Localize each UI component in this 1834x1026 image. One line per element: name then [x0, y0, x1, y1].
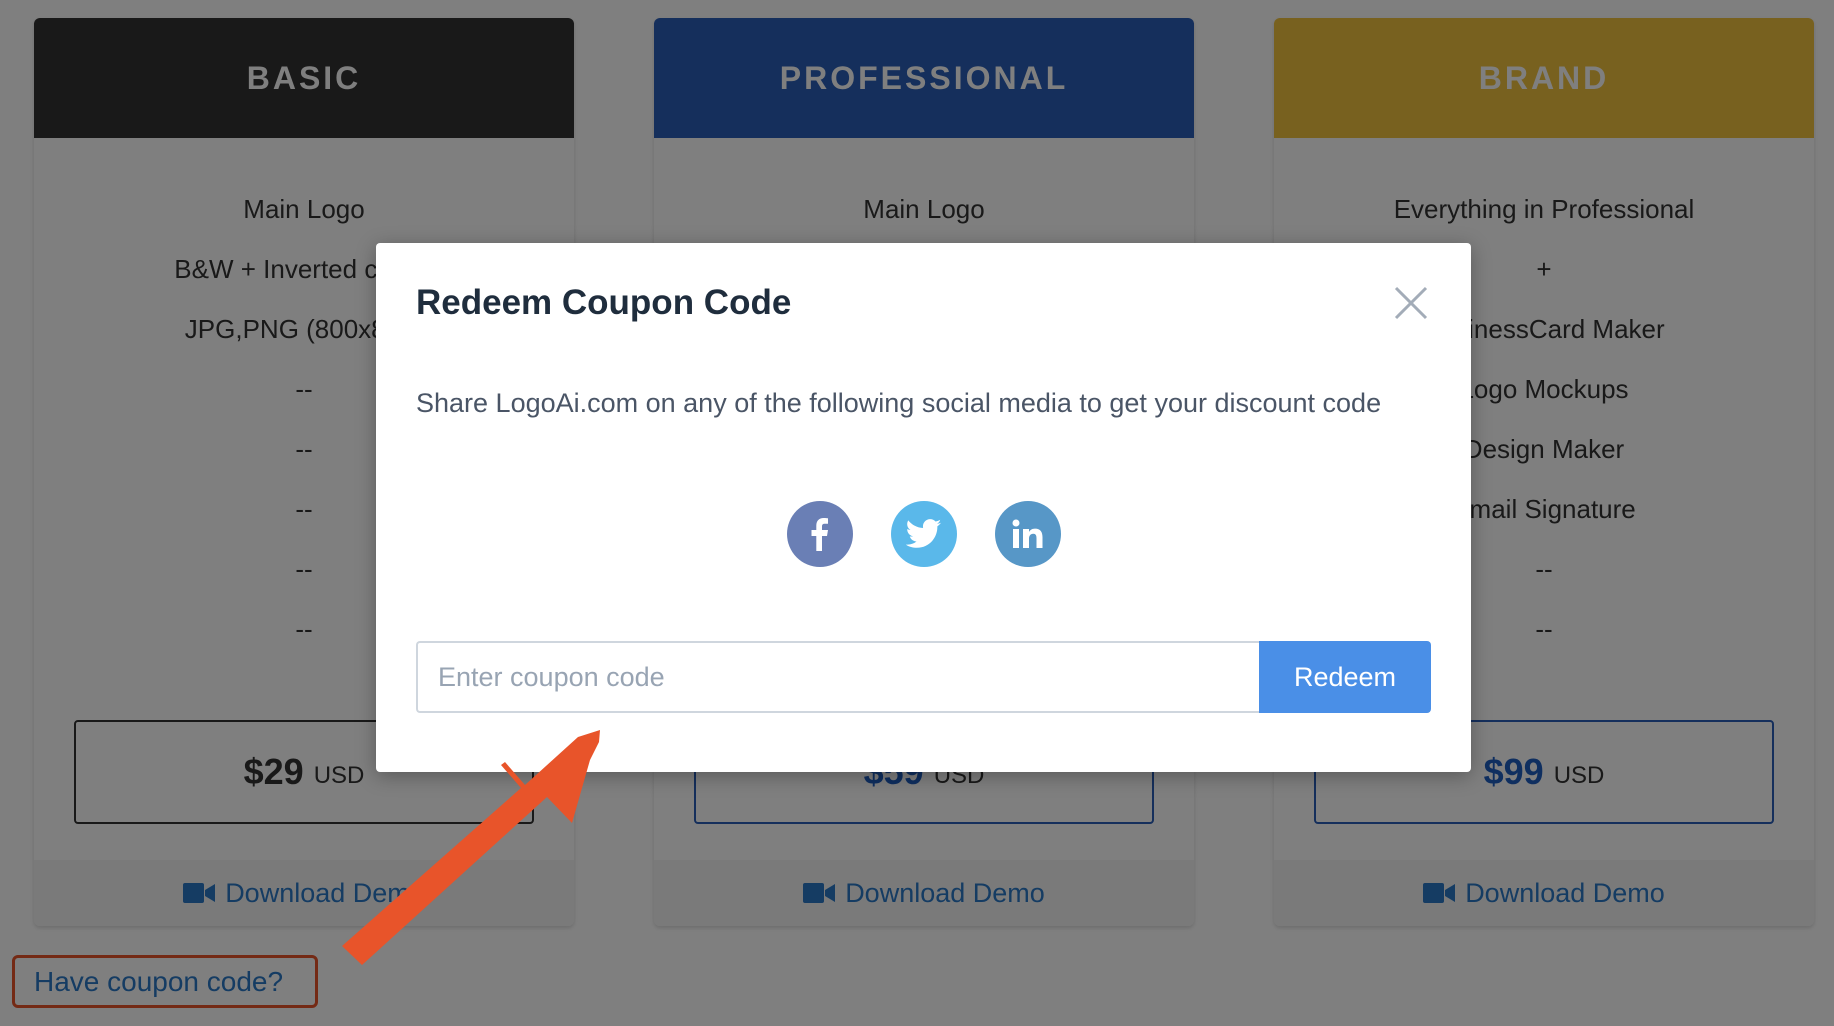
arrow-shape: [342, 730, 600, 965]
annotation-arrow: [342, 730, 600, 965]
